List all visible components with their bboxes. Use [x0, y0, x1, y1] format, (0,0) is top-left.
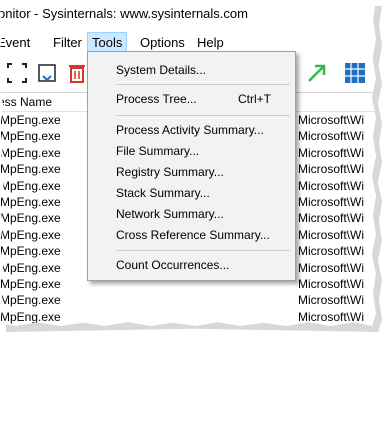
menu-item-count-occurrences[interactable]: Count Occurrences... [88, 255, 295, 275]
clear-icon[interactable] [66, 62, 88, 84]
menu-tools[interactable]: Tools [87, 32, 128, 53]
menu-item-network-summary[interactable]: Network Summary... [88, 204, 295, 224]
title-bar: onitor - Sysinternals: www.sysinternals.… [0, 0, 376, 28]
table-row[interactable]: MpEng.exe Microsoft\Wi [0, 309, 376, 325]
window-title: onitor - Sysinternals: www.sysinternals.… [0, 6, 248, 21]
menu-item-registry-summary[interactable]: Registry Summary... [88, 162, 295, 182]
file-operation-icon [119, 375, 132, 387]
table-row[interactable]: MpEng.exe Microsoft\Wi [0, 358, 376, 374]
file-operation-icon [119, 408, 132, 420]
menu-bar: Event Filter Tools Options Help [0, 32, 376, 53]
header-process-name[interactable]: ess Name [0, 95, 52, 109]
menu-separator [116, 250, 290, 251]
table-row[interactable]: MpEng.exe 3440 LockFile C:\ProgramData\M… [0, 391, 376, 407]
capture-icon[interactable] [6, 62, 28, 84]
menu-options[interactable]: Options [140, 35, 185, 50]
menu-separator [116, 84, 290, 85]
menu-help[interactable]: Help [197, 35, 224, 50]
jump-icon[interactable] [306, 62, 328, 84]
file-operation-icon [119, 392, 132, 404]
table-row[interactable]: MpEng.exe 3440 UnlockFileSingle C:\Progr… [0, 374, 376, 390]
grid-icon[interactable] [344, 62, 366, 84]
menu-item-process-activity-summary[interactable]: Process Activity Summary... [88, 120, 295, 140]
menu-item-process-tree[interactable]: Process Tree... Ctrl+T [88, 89, 295, 109]
table-row[interactable]: MpEng.exe Microsoft\Wi [0, 292, 376, 308]
menu-filter[interactable]: Filter [53, 35, 82, 50]
table-row[interactable]: MpEng.exe 3440 UnlockFileSingle C:\Progr… [0, 407, 376, 423]
tools-dropdown-menu: System Details... Process Tree... Ctrl+T… [87, 51, 296, 281]
process-monitor-window: onitor - Sysinternals: www.sysinternals.… [0, 0, 376, 326]
menu-item-file-summary[interactable]: File Summary... [88, 141, 295, 161]
table-row[interactable]: MpEng.exe Microsoft\Wi [0, 341, 376, 357]
autoscroll-icon[interactable] [36, 62, 58, 84]
menu-event[interactable]: Event [0, 35, 30, 50]
menu-item-system-details[interactable]: System Details... [88, 60, 295, 80]
menu-item-cross-reference-summary[interactable]: Cross Reference Summary... [88, 225, 295, 245]
menu-separator [116, 115, 290, 116]
menu-item-stack-summary[interactable]: Stack Summary... [88, 183, 295, 203]
